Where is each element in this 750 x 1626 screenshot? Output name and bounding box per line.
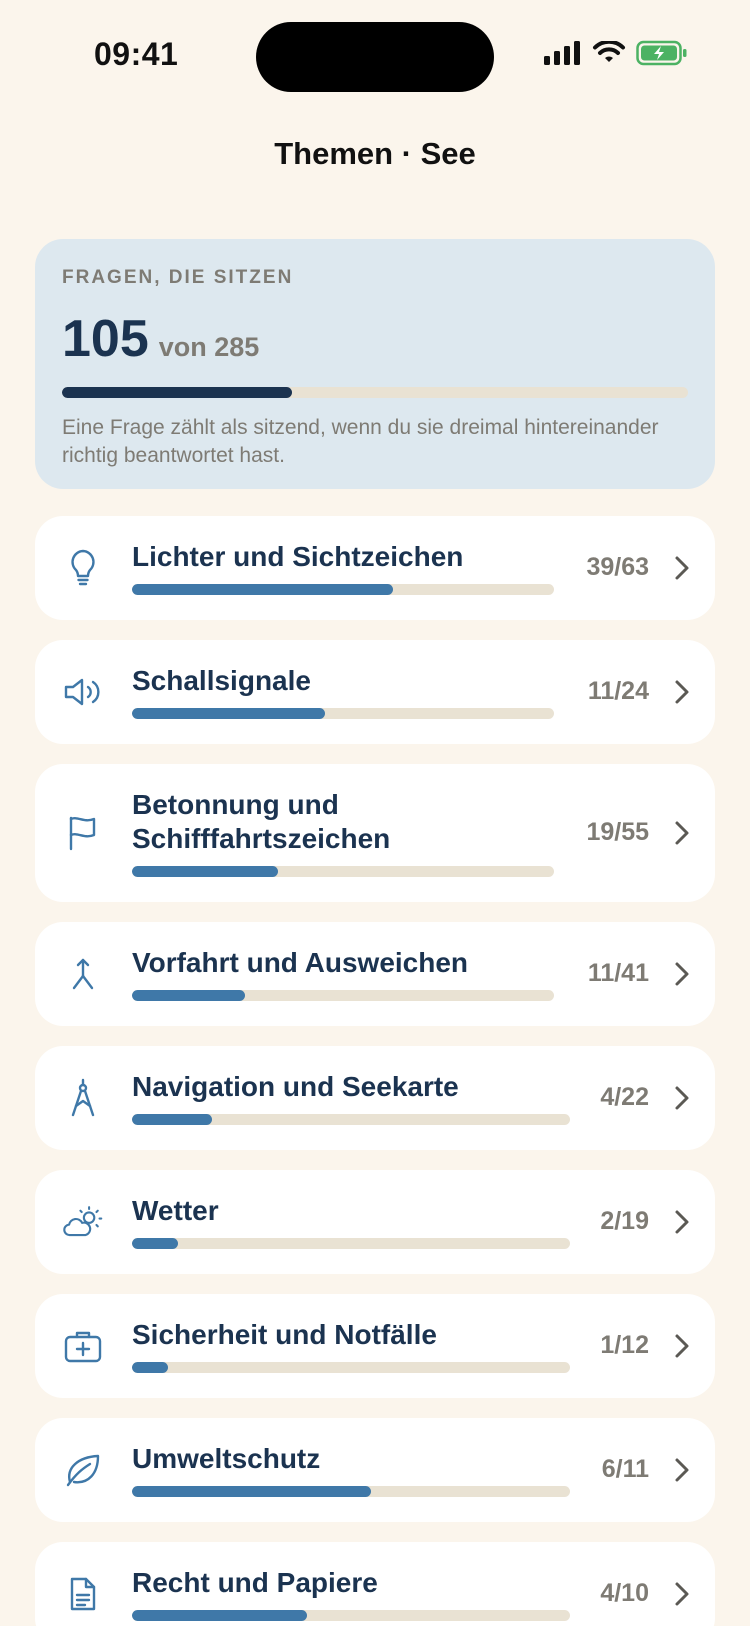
topic-title: Sicherheit und Notfälle — [132, 1319, 437, 1350]
topic-progress-bar — [132, 1610, 570, 1621]
summary-progress-bar — [62, 387, 688, 398]
topic-progress-bar — [132, 1486, 570, 1497]
topic-progress-fill — [132, 1362, 169, 1373]
flag-icon — [63, 813, 103, 853]
merge-arrow-icon — [63, 954, 103, 994]
topic-title: Schallsignale — [132, 665, 311, 696]
chevron-right-icon — [675, 1086, 689, 1110]
topic-progress-fill — [132, 708, 326, 719]
topic-progress-fill — [132, 1486, 371, 1497]
status-bar: 09:41 — [0, 0, 750, 110]
topic-card-vorfahrt-und-ausweichen[interactable]: Vorfahrt und Ausweichen 11/41 — [35, 922, 715, 1026]
status-icons — [544, 40, 688, 66]
topic-count: 2/19 — [600, 1207, 649, 1235]
chevron-right-icon — [675, 680, 689, 704]
status-time: 09:41 — [94, 36, 179, 72]
topic-title: Vorfahrt und Ausweichen — [132, 947, 469, 978]
weather-icon — [63, 1202, 103, 1242]
topic-progress-bar — [132, 990, 554, 1001]
summary-progress-fill — [62, 387, 293, 398]
summary-label: FRAGEN, DIE SITZEN — [62, 267, 294, 288]
topic-title: Recht und Papiere — [132, 1567, 378, 1598]
topic-progress-bar — [132, 584, 554, 595]
wifi-icon — [593, 41, 625, 62]
document-icon — [63, 1574, 103, 1614]
topic-progress-bar — [132, 1362, 570, 1373]
topic-count: 1/12 — [600, 1331, 649, 1359]
speaker-icon — [63, 672, 103, 712]
chevron-right-icon — [675, 556, 689, 580]
topic-progress-fill — [132, 990, 246, 1001]
chevron-right-icon — [675, 1334, 689, 1358]
topic-count: 11/24 — [587, 677, 649, 705]
summary-total: von 285 — [158, 332, 260, 362]
cellular-signal-icon — [544, 41, 580, 65]
topic-progress-fill — [132, 1238, 178, 1249]
topic-card-wetter[interactable]: Wetter 2/19 — [35, 1170, 715, 1274]
chevron-right-icon — [675, 821, 689, 845]
summary-card: FRAGEN, DIE SITZEN 105 von 285 Eine Frag… — [35, 239, 715, 489]
chevron-right-icon — [675, 1210, 689, 1234]
topic-progress-bar — [132, 866, 554, 877]
topic-card-betonnung-und-schifffahrtszeichen[interactable]: Betonnung und Schifffahrtszeichen 19/55 — [35, 764, 715, 902]
topic-progress-bar — [132, 708, 554, 719]
topic-progress-bar — [132, 1238, 570, 1249]
chevron-right-icon — [675, 962, 689, 986]
summary-note: Eine Frage zählt als sitzend, wenn du si… — [62, 416, 659, 467]
topic-count: 4/10 — [600, 1579, 649, 1607]
dynamic-island — [256, 22, 494, 92]
topic-title: Umweltschutz — [132, 1443, 321, 1474]
topic-progress-fill — [132, 1114, 212, 1125]
topic-title: Navigation und Seekarte — [132, 1071, 459, 1102]
topic-card-navigation-und-seekarte[interactable]: Navigation und Seekarte 4/22 — [35, 1046, 715, 1150]
summary-done-count: 105 — [62, 310, 149, 368]
topic-count: 11/41 — [587, 959, 649, 987]
topic-count: 6/11 — [601, 1455, 649, 1483]
summary-count: 105 von 285 — [62, 313, 688, 365]
topic-progress-bar — [132, 1114, 570, 1125]
screen: 09:41 Themen · See FRAGEN, DIE SITZEN 10… — [0, 0, 750, 1626]
topic-card-sicherheit-und-notfaelle[interactable]: Sicherheit und Notfälle 1/12 — [35, 1294, 715, 1398]
topic-count: 19/55 — [586, 818, 649, 846]
topic-card-lichter-und-sichtzeichen[interactable]: Lichter und Sichtzeichen 39/63 — [35, 516, 715, 620]
topic-card-recht-und-papiere[interactable]: Recht und Papiere 4/10 — [35, 1542, 715, 1626]
topic-card-umweltschutz[interactable]: Umweltschutz 6/11 — [35, 1418, 715, 1522]
leaf-icon — [63, 1450, 103, 1490]
topic-count: 39/63 — [586, 553, 649, 581]
topic-title: Betonnung und Schifffahrtszeichen — [132, 789, 391, 854]
topic-progress-fill — [132, 1610, 308, 1621]
battery-charging-icon — [636, 40, 687, 66]
topic-card-schallsignale[interactable]: Schallsignale 11/24 — [35, 640, 715, 744]
topic-progress-fill — [132, 866, 278, 877]
compass-icon — [63, 1078, 103, 1118]
lightbulb-icon — [63, 548, 103, 588]
chevron-right-icon — [675, 1458, 689, 1482]
topic-count: 4/22 — [600, 1083, 649, 1111]
topic-title: Wetter — [132, 1195, 219, 1226]
chevron-right-icon — [675, 1582, 689, 1606]
page-title: Themen · See — [274, 136, 476, 171]
first-aid-kit-icon — [63, 1326, 103, 1366]
topic-title: Lichter und Sichtzeichen — [132, 541, 464, 572]
topic-progress-fill — [132, 584, 394, 595]
